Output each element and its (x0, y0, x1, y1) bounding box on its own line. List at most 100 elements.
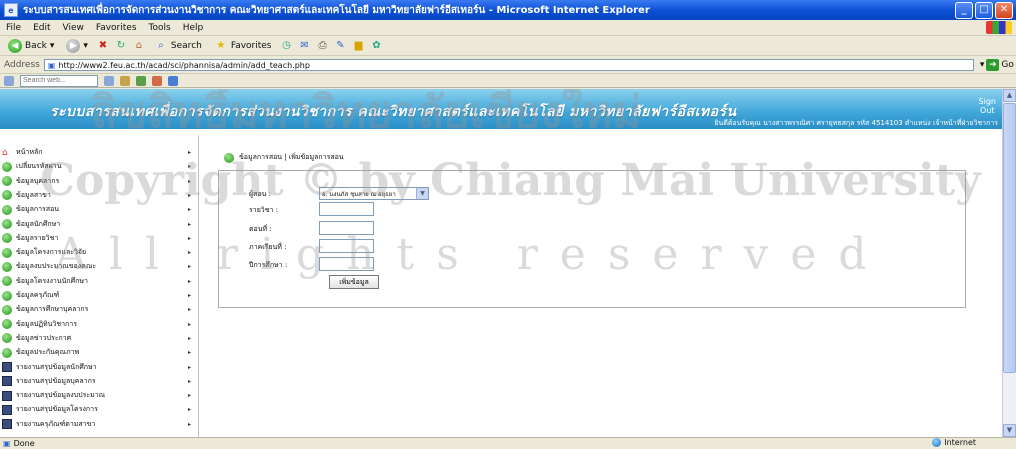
back-button[interactable]: ◀ Back ▾ (4, 38, 58, 54)
search-toolbar (0, 74, 1016, 88)
sidebar-item-label: ข้อมูลนักศึกษา (16, 219, 61, 228)
book-icon (2, 362, 12, 372)
sidebar-item[interactable]: รายงานสรุปข้อมูลนักศึกษา ▸ (0, 362, 198, 373)
sidebar-item-label: ข้อมูลประกันคุณภาพ (16, 348, 80, 357)
search-go-icon[interactable] (104, 75, 114, 86)
windows-logo-icon (986, 21, 1012, 34)
green-circle-icon (2, 176, 12, 187)
scroll-thumb[interactable] (1003, 103, 1016, 373)
web-search-input[interactable] (20, 74, 98, 87)
page-done-icon: ▣ (3, 439, 11, 448)
back-arrow-icon: ◀ (8, 38, 22, 53)
chevron-right-icon: ▸ (188, 377, 192, 385)
green-circle-icon (2, 347, 12, 358)
info-icon[interactable] (168, 75, 178, 86)
ie-icon: e (4, 3, 18, 17)
maximize-button[interactable]: □ (975, 2, 993, 19)
history-icon[interactable]: ◷ (280, 39, 294, 53)
sidebar-item-label: ข้อมูลข่าวประกาศ (16, 333, 72, 342)
highlight-icon[interactable] (120, 75, 130, 86)
address-input[interactable]: ▣ http://www2.feu.ac.th/acad/sci/phannis… (43, 59, 974, 71)
sidebar-item[interactable]: รายงานสรุปข้อมูลงบประมาณ ▸ (0, 390, 198, 401)
close-button[interactable]: ✕ (995, 2, 1013, 19)
watermark-copyright: Copyright © by Chiang Mai University (40, 155, 981, 206)
status-done-text: Done (13, 439, 35, 448)
search-toolbar-icon (4, 75, 14, 86)
window-controls: _ □ ✕ (955, 2, 1013, 19)
window-title-bar: e ระบบสารสนเทศเพื่อการจัดการส่วนงานวิชาก… (0, 0, 1016, 20)
page-viewport: ระบบสารสนเทศเพื่อการจัดการส่วนงานวิชาการ… (0, 89, 1002, 437)
popup-blocker-icon[interactable] (136, 75, 146, 86)
address-label: Address (4, 60, 40, 70)
sidebar-item-label: ข้อมูลครุภัณฑ์ (16, 291, 60, 299)
chevron-down-icon: ▾ (83, 40, 88, 51)
minimize-button[interactable]: _ (955, 2, 973, 19)
refresh-icon[interactable]: ↻ (114, 39, 128, 53)
watermark-rights: All rights reserved (55, 229, 889, 280)
toolbar: ◀ Back ▾ ▶ ▾ ✖ ↻ ⌂ ⌕ Search ★ Favorites … (0, 36, 1016, 56)
mail-icon[interactable]: ✉ (298, 39, 312, 53)
menu-edit[interactable]: Edit (27, 23, 56, 33)
search-icon: ⌕ (158, 40, 164, 51)
favorites-label: Favorites (230, 40, 272, 51)
green-circle-icon (2, 276, 12, 287)
chevron-down-icon: ▾ (979, 60, 985, 70)
address-url: http://www2.feu.ac.th/acad/sci/phannisa/… (58, 60, 310, 70)
chevron-right-icon: ▸ (188, 334, 192, 342)
green-circle-icon (2, 233, 12, 244)
status-bar: ▣ Done Internet (0, 437, 1016, 449)
sidebar-item[interactable]: รายงานสรุปข้อมูลโครงการ ▸ (0, 404, 198, 415)
forward-button[interactable]: ▶ ▾ (62, 38, 92, 54)
sidebar-item[interactable]: ข้อมูลประกันคุณภาพ ▸ (0, 347, 198, 358)
chevron-right-icon: ▸ (188, 406, 192, 414)
sidebar-item[interactable]: รายงานครุภัณฑ์ตามสาขา ▸ (0, 419, 198, 430)
chevron-right-icon: ▸ (188, 349, 192, 357)
menu-help[interactable]: Help (177, 23, 210, 33)
book-icon (2, 404, 12, 415)
edit-icon[interactable]: ✎ (334, 39, 348, 53)
green-circle-icon (2, 161, 12, 172)
watermark-thai: ลิขสิทธิ์มหาวิทยาลัยเชียงใหม่ (90, 89, 642, 138)
sidebar-item-label: รายงานครุภัณฑ์ตามสาขา (16, 419, 96, 428)
page-icon: ▣ (47, 60, 56, 70)
sidebar-item-label: รายงานสรุปข้อมูลงบประมาณ (16, 391, 106, 400)
status-done: ▣ Done (3, 439, 35, 448)
menu-tools[interactable]: Tools (143, 23, 177, 33)
sidebar-item[interactable]: ข้อมูลข่าวประกาศ ▸ (0, 333, 198, 344)
green-circle-icon (2, 247, 12, 258)
go-button[interactable]: ▾ ➜ Go (980, 59, 1014, 71)
vertical-scrollbar[interactable]: ▲ ▼ (1002, 89, 1016, 437)
green-circle-icon (2, 219, 12, 229)
sidebar-item[interactable]: ข้อมูลนักศึกษา ▸ (0, 219, 198, 230)
book-icon (2, 390, 12, 401)
sidebar-item[interactable]: ข้อมูลการศึกษาบุคลากร ▸ (0, 304, 198, 315)
print-icon[interactable]: ⎙ (316, 39, 330, 53)
sidebar-item-label: รายงานสรุปข้อมูลบุคลากร (16, 376, 96, 385)
mail-toolbar-icon[interactable] (152, 75, 162, 86)
stop-icon[interactable]: ✖ (96, 39, 110, 53)
scroll-up-icon[interactable]: ▲ (1003, 89, 1016, 102)
menu-view[interactable]: View (57, 23, 90, 33)
folder-icon[interactable]: ▆ (352, 39, 366, 53)
messenger-icon[interactable]: ✿ (370, 39, 384, 53)
sidebar-item[interactable]: ข้อมูลปฏิทินวิชาการ ▸ (0, 319, 198, 330)
sidebar-item[interactable]: รายงานสรุปข้อมูลบุคลากร ▸ (0, 376, 198, 387)
favorites-button[interactable]: ★ Favorites (210, 38, 276, 54)
scroll-down-icon[interactable]: ▼ (1003, 424, 1016, 437)
menu-favorites[interactable]: Favorites (90, 23, 143, 33)
green-circle-icon (2, 319, 12, 330)
green-circle-icon (2, 204, 12, 215)
chevron-right-icon: ▸ (188, 392, 192, 400)
green-circle-icon (2, 261, 12, 272)
green-circle-icon (2, 190, 12, 201)
sign-out-link[interactable]: Sign Out (979, 97, 996, 115)
home-icon[interactable]: ⌂ (132, 39, 146, 53)
home-icon: ⌂ (2, 147, 8, 158)
sidebar-item[interactable]: ข้อมูลครุภัณฑ์ ▸ (0, 290, 198, 301)
search-button[interactable]: ⌕ Search (150, 38, 206, 54)
menu-file[interactable]: File (0, 23, 27, 33)
chevron-right-icon: ▸ (188, 363, 192, 371)
green-circle-icon (2, 333, 12, 344)
sidebar-item-label: ข้อมูลการศึกษาบุคลากร (16, 305, 89, 314)
chevron-right-icon: ▸ (188, 420, 192, 428)
